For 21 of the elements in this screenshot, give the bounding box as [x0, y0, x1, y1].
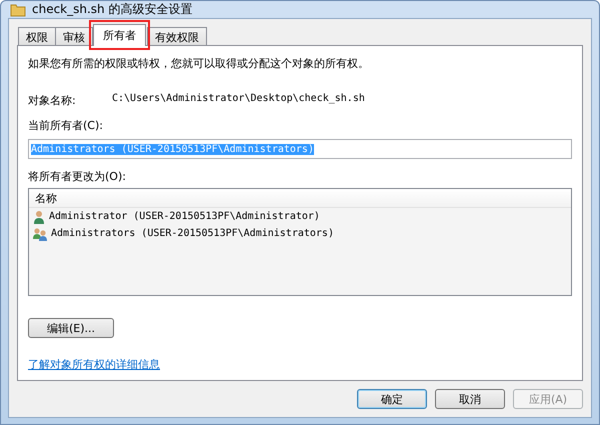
users-icon — [32, 226, 48, 240]
edit-button[interactable]: 编辑(E)... — [28, 318, 114, 338]
owner-item[interactable]: Administrators (USER-20150513PF\Administrators) — [29, 225, 571, 242]
dialog-button[interactable]: 确定 — [357, 389, 427, 409]
tab[interactable]: 有效权限 — [147, 27, 207, 45]
owner-name: Administrator (USER-20150513PF\Administrator) — [49, 211, 320, 222]
object-name-label: 对象名称: — [28, 93, 77, 108]
dialog-button[interactable]: 取消 — [435, 389, 505, 409]
object-name-value: C:\Users\Administrator\Desktop\check_sh.sh — [112, 93, 365, 106]
change-owner-label: 将所有者更改为(O): — [28, 169, 127, 184]
tab[interactable]: 权限 — [18, 27, 56, 45]
column-header[interactable]: 名称 — [29, 189, 571, 208]
tab[interactable]: 审核 — [55, 27, 93, 45]
window-title: check_sh.sh 的高级安全设置 — [32, 1, 192, 18]
user-icon — [32, 210, 46, 224]
current-owner-label: 当前所有者(C): — [28, 118, 104, 133]
owner-name: Administrators (USER-20150513PF\Administrators) — [51, 228, 334, 239]
details-link[interactable]: 了解对象所有权的详细信息 — [28, 357, 160, 372]
description-text: 如果您有所需的权限或特权，您就可以取得或分配这个对象的所有权。 — [28, 56, 370, 71]
owner-item[interactable]: Administrator (USER-20150513PF\Administrator) — [29, 208, 571, 225]
owner-list[interactable]: 名称 Administrator (USER-20150513PF\Administrator) Administrators (USER-20150513PF\Administrators) — [28, 188, 572, 296]
